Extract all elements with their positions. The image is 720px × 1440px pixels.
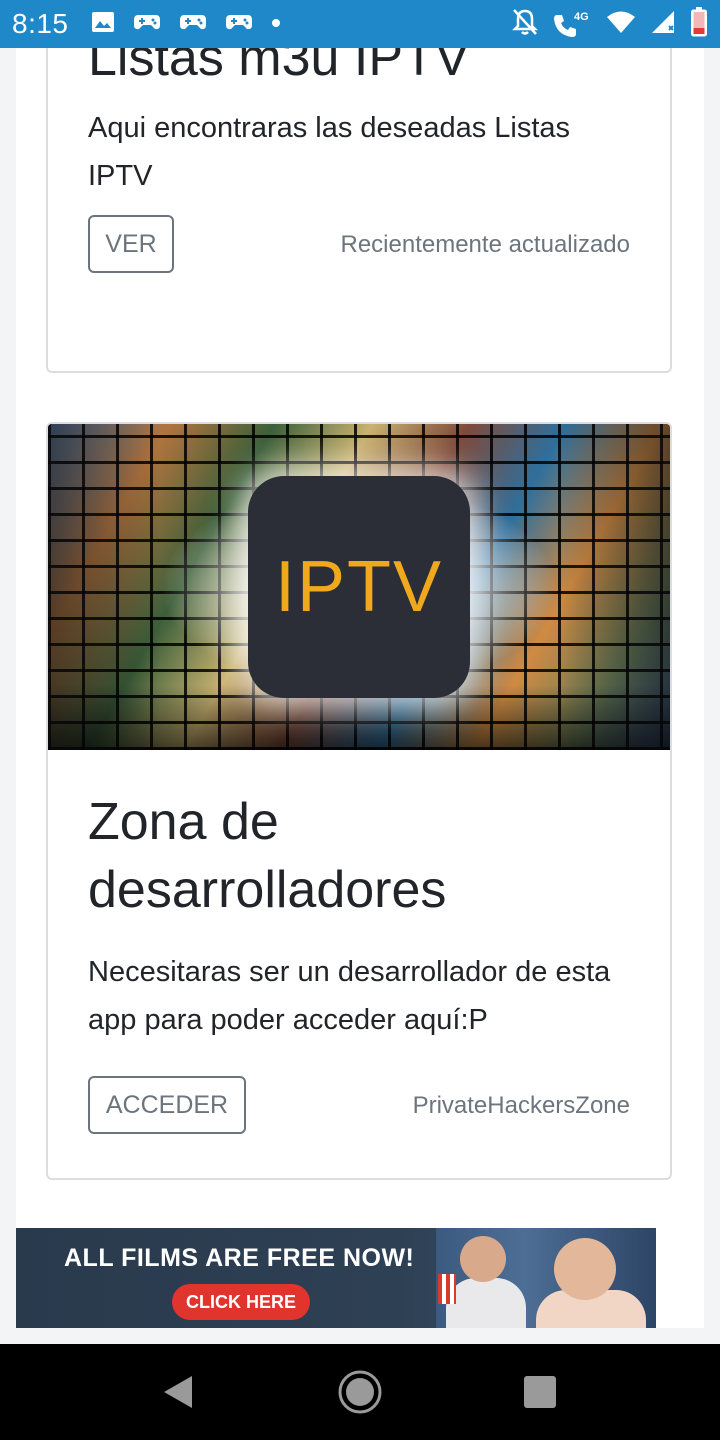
wifi-icon bbox=[606, 10, 636, 39]
network-type-label: 4G bbox=[574, 11, 589, 23]
notifications-off-icon bbox=[511, 8, 539, 41]
signal-icon bbox=[650, 10, 676, 39]
wifi-calling-4g-icon: 4G bbox=[552, 9, 592, 39]
image-icon bbox=[91, 11, 115, 38]
card-title: Listas m3u IPTV bbox=[88, 48, 470, 87]
card-meta: Recientemente actualizado bbox=[340, 231, 630, 258]
card-text: Necesitaras ser un desarrollador de esta… bbox=[88, 956, 611, 1036]
ad-banner[interactable]: ALL FILMS ARE FREE NOW! CLICK HERE bbox=[16, 1228, 656, 1328]
status-bar: 8:15 4G bbox=[0, 0, 720, 48]
card-title: Zona de desarrolladores bbox=[88, 793, 447, 919]
popcorn-icon bbox=[438, 1274, 456, 1304]
card-developer-zone: IPTV Zona de desarrolladores Necesitaras… bbox=[46, 422, 672, 1180]
ad-click-button[interactable]: CLICK HERE bbox=[172, 1284, 310, 1320]
ad-headline: ALL FILMS ARE FREE NOW! bbox=[64, 1244, 415, 1272]
ad-person-body bbox=[446, 1278, 526, 1328]
card-image: IPTV bbox=[48, 424, 670, 750]
notification-icons bbox=[91, 11, 281, 38]
iptv-logo: IPTV bbox=[248, 476, 470, 698]
game-controller-icon bbox=[225, 11, 253, 38]
battery-low-icon bbox=[690, 6, 708, 42]
view-button[interactable]: VER bbox=[88, 215, 174, 273]
recent-apps-icon[interactable] bbox=[524, 1376, 556, 1408]
home-icon[interactable] bbox=[338, 1370, 382, 1419]
game-controller-icon bbox=[179, 11, 207, 38]
back-icon[interactable] bbox=[162, 1374, 194, 1415]
game-controller-icon bbox=[133, 11, 161, 38]
ad-image bbox=[436, 1228, 656, 1328]
ad-person-head bbox=[460, 1236, 506, 1282]
card-meta: PrivateHackersZone bbox=[412, 1092, 630, 1119]
access-button[interactable]: ACCEDER bbox=[88, 1076, 246, 1134]
card-text: Aqui encontraras las deseadas Listas IPT… bbox=[88, 112, 571, 192]
ad-person-head bbox=[554, 1238, 616, 1300]
card-iptv-lists: Listas m3u IPTV Aqui encontraras las des… bbox=[46, 48, 672, 373]
content-area[interactable]: Listas m3u IPTV Aqui encontraras las des… bbox=[16, 48, 704, 1328]
status-time: 8:15 bbox=[12, 8, 69, 39]
system-icons: 4G bbox=[511, 0, 708, 48]
dot-icon bbox=[271, 15, 281, 33]
